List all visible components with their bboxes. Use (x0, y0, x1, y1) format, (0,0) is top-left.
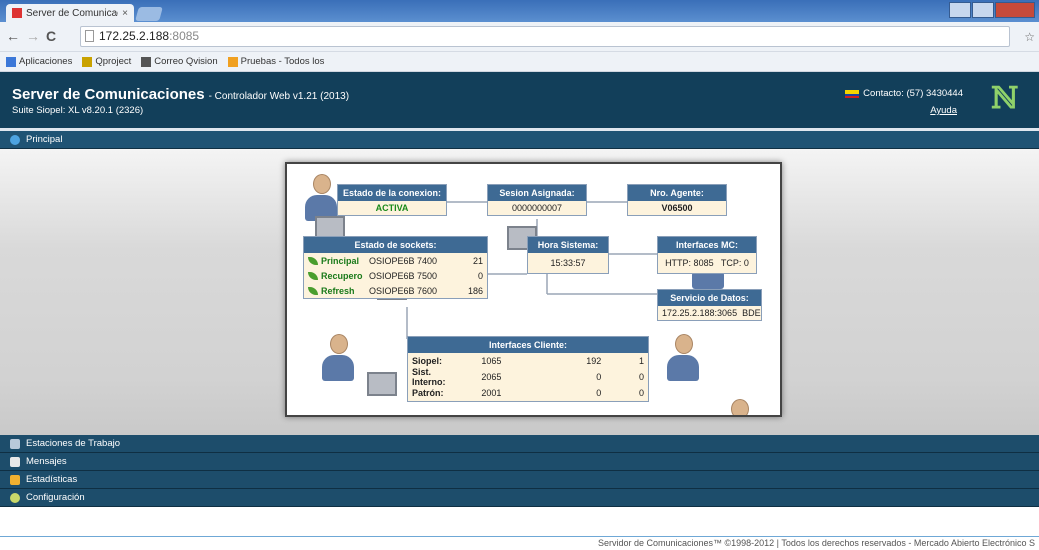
nro-agente-box: Nro. Agente: V06500 (627, 184, 727, 216)
new-tab-button[interactable] (135, 7, 163, 21)
forward-arrow-icon[interactable]: → (26, 28, 40, 44)
section-principal-header[interactable]: Principal (0, 131, 1039, 149)
settings-icon (10, 492, 20, 503)
estado-conexion-title: Estado de la conexion: (338, 185, 446, 201)
session-id: 0000000007 (511, 203, 563, 213)
bookmarks-bar: Aplicaciones Qproject Correo Qvision Pru… (0, 52, 1039, 72)
servicio-datos-box: Servicio de Datos: 172.25.2.188:3065 BDE (657, 289, 762, 321)
tab-close-icon[interactable]: × (122, 8, 128, 19)
mail-icon (141, 56, 152, 67)
browser-tab-strip: Server de Comunicacion × (0, 0, 1039, 22)
status-diagram: Estado de la conexion: ACTIVA Sesion Asi… (285, 162, 782, 417)
reload-icon[interactable]: C (46, 28, 56, 44)
estado-conexion-box: Estado de la conexion: ACTIVA (337, 184, 447, 216)
estado-sockets-box: Estado de sockets: Principal OSIOPE6B 74… (303, 236, 488, 299)
section-estaciones-header[interactable]: Estaciones de Trabajo (0, 435, 1039, 453)
folder-icon (227, 56, 238, 67)
bookmark-correo-qvision[interactable]: Correo Qvision (141, 56, 218, 67)
socket-row: Recupero OSIOPE6B 7500 0 (304, 268, 487, 283)
bookmark-aplicaciones[interactable]: Aplicaciones (6, 56, 72, 67)
browser-toolbar: ← → C 172.25.2.188:8085 ☆ (0, 22, 1039, 52)
user-figure-icon (305, 174, 339, 222)
leaf-icon (308, 271, 318, 280)
help-link[interactable]: Ayuda (930, 105, 957, 116)
client-interface-row: Patrón: 2001 0 0 (412, 388, 644, 398)
workstation-icon (10, 438, 20, 449)
apps-grid-icon (6, 56, 16, 67)
sesion-asignada-title: Sesion Asignada: (488, 185, 586, 201)
window-controls (949, 2, 1035, 18)
nro-agente-title: Nro. Agente: (628, 185, 726, 201)
colombia-flag-icon (845, 89, 860, 98)
interfaces-cliente-box: Interfaces Cliente: Siopel: 1065 192 1 S… (407, 336, 649, 402)
contact-info: Contacto: (57) 3430444 (845, 88, 963, 99)
socket-row: Refresh OSIOPE6B 7600 186 (304, 283, 487, 298)
user-figure-icon (322, 334, 356, 382)
close-window-button[interactable] (995, 2, 1035, 18)
company-logo-icon: ℕ (991, 81, 1019, 116)
url-host: 172.25.2.188 (99, 29, 170, 43)
estado-sockets-title: Estado de sockets: (304, 237, 487, 253)
interfaces-mc-title: Interfaces MC: (658, 237, 756, 253)
statistics-icon (10, 474, 20, 485)
section-estadisticas-header[interactable]: Estadísticas (0, 471, 1039, 489)
system-time: 15:33:57 (550, 258, 586, 268)
interfaces-mc-box: Interfaces MC: HTTP: 8085 TCP: 0 (657, 236, 757, 274)
servicio-datos-title: Servicio de Datos: (658, 290, 761, 306)
bookmark-qproject[interactable]: Qproject (82, 56, 131, 67)
app-version: - Controlador Web v1.21 (2013) (208, 91, 350, 102)
app-title: Server de Comunicaciones - Controlador We… (12, 86, 350, 103)
hora-sistema-box: Hora Sistema: 15:33:57 (527, 236, 609, 274)
maximize-button[interactable] (972, 2, 994, 18)
connection-status: ACTIVA (375, 203, 409, 213)
address-bar[interactable]: 172.25.2.188:8085 (80, 26, 1010, 47)
section-configuracion-header[interactable]: Configuración (0, 489, 1039, 507)
page-icon (85, 30, 94, 42)
app-header: Server de Comunicaciones - Controlador We… (0, 72, 1039, 128)
interfaces-mc-ports: HTTP: 8085 TCP: 0 (665, 258, 749, 268)
client-interface-row: Sist. Interno: 2065 0 0 (412, 367, 644, 387)
agent-number: V06500 (661, 203, 693, 213)
hora-sistema-title: Hora Sistema: (528, 237, 608, 253)
tab-title: Server de Comunicacion (26, 7, 118, 19)
bookmark-pruebas[interactable]: Pruebas - Todos los (227, 56, 324, 67)
section-mensajes-header[interactable]: Mensajes (0, 453, 1039, 471)
footer-copyright: Servidor de Comunicaciones™ ©1998-2012 |… (597, 538, 1035, 548)
message-icon (10, 456, 20, 467)
minimize-button[interactable] (949, 2, 971, 18)
qproject-icon (82, 56, 93, 67)
url-port: :8085 (169, 29, 200, 43)
leaf-icon (308, 256, 318, 265)
info-icon (10, 134, 20, 145)
socket-row: Principal OSIOPE6B 7400 21 (304, 253, 487, 268)
interfaces-cliente-title: Interfaces Cliente: (408, 337, 648, 353)
favicon-icon (12, 8, 22, 18)
sesion-asignada-box: Sesion Asignada: 0000000007 (487, 184, 587, 216)
user-figure-icon (667, 334, 701, 382)
bookmark-star-icon[interactable]: ☆ (1024, 30, 1035, 44)
app-subtitle: Suite Siopel: XL v8.20.1 (2326) (12, 105, 144, 116)
leaf-icon (308, 286, 318, 295)
back-arrow-icon[interactable]: ← (6, 28, 20, 44)
browser-tab[interactable]: Server de Comunicacion × (6, 4, 134, 22)
data-service-address: 172.25.2.188:3065 BDE (662, 308, 761, 318)
user-figure-icon (723, 399, 757, 415)
computer-icon (367, 372, 397, 396)
